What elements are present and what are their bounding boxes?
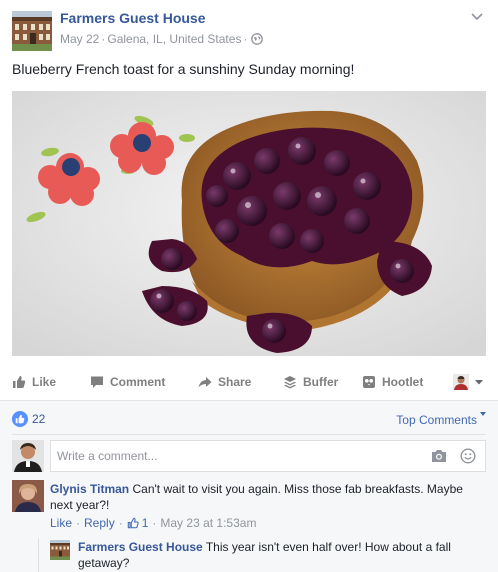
meta-separator: · [118, 516, 123, 530]
hootlet-label: Hootlet [382, 375, 424, 389]
reactions-summary[interactable]: 22 [12, 411, 45, 427]
like-icon [13, 376, 26, 388]
feed-post: Farmers Guest House May 22 · Galena, IL, U… [0, 0, 498, 572]
meta-separator: · [243, 32, 248, 46]
comment-button[interactable]: Comment [90, 375, 165, 389]
post-caption: Blueberry French toast for a sunshiny Su… [12, 61, 355, 77]
share-label: Share [218, 375, 252, 389]
share-button[interactable]: Share [198, 375, 251, 389]
hootlet-button[interactable]: Hootlet [362, 375, 423, 389]
post-as-selector[interactable] [453, 374, 484, 390]
reply-author-link[interactable]: Farmers Guest House [78, 540, 203, 554]
divider [12, 434, 486, 435]
meta-separator: · [101, 32, 106, 46]
like-badge-icon [12, 411, 28, 427]
reply-body: Farmers Guest House This year isn't even… [78, 539, 478, 571]
reply-author-avatar[interactable] [50, 540, 70, 560]
camera-icon[interactable] [431, 449, 447, 463]
buffer-icon [284, 376, 296, 389]
smiley-icon[interactable] [460, 448, 476, 464]
comment-author-link[interactable]: Glynis Titman [50, 482, 129, 496]
comment-body: Glynis Titman Can't wait to visit you ag… [50, 481, 480, 513]
comment-like-count[interactable]: 1 [142, 516, 149, 530]
current-user-avatar[interactable] [12, 440, 44, 472]
like-label: Like [32, 375, 57, 389]
like-button[interactable]: Like [12, 375, 56, 389]
commenter-avatar[interactable] [12, 480, 44, 512]
comment-like-link[interactable]: Like [50, 516, 72, 530]
chevron-down-icon [475, 380, 483, 385]
like-outline-icon[interactable] [127, 517, 139, 529]
buffer-button[interactable]: Buffer [283, 375, 338, 389]
reply-thread-line [38, 538, 39, 572]
globe-icon[interactable] [251, 33, 264, 45]
page-avatar[interactable] [12, 11, 52, 51]
action-bar: Like Comment Share Buffer Hootlet [12, 369, 486, 397]
comment-composer [50, 440, 486, 472]
post-header: Farmers Guest House May 22 · Galena, IL, U… [12, 7, 486, 51]
comment-label: Comment [110, 375, 166, 389]
post-location[interactable]: Galena, IL, United States [107, 32, 241, 46]
top-comments-dropdown[interactable]: Top Comments [396, 412, 486, 427]
post-photo[interactable] [12, 91, 486, 356]
hootlet-icon [363, 376, 375, 388]
sort-label: Top Comments [396, 413, 477, 427]
comment-icon [91, 376, 103, 388]
post-meta: May 22 · Galena, IL, United States · [60, 32, 264, 46]
reactions-count: 22 [32, 412, 46, 426]
buffer-label: Buffer [303, 375, 339, 389]
post-date[interactable]: May 22 [60, 32, 99, 46]
caret-down-icon [480, 412, 486, 416]
comment-input[interactable] [57, 441, 417, 471]
chevron-down-icon[interactable] [470, 11, 484, 21]
meta-separator: · [76, 516, 81, 530]
share-icon [198, 377, 212, 388]
comment-meta: Like · Reply · 1 · May 23 at 1:53am [50, 516, 256, 530]
meta-separator: · [152, 516, 157, 530]
comment-timestamp[interactable]: May 23 at 1:53am [160, 516, 256, 530]
avatar [453, 374, 469, 390]
comment-reply-link[interactable]: Reply [84, 516, 115, 530]
reactions-row: 22 Top Comments [12, 410, 486, 428]
page-name-link[interactable]: Farmers Guest House [60, 10, 206, 26]
